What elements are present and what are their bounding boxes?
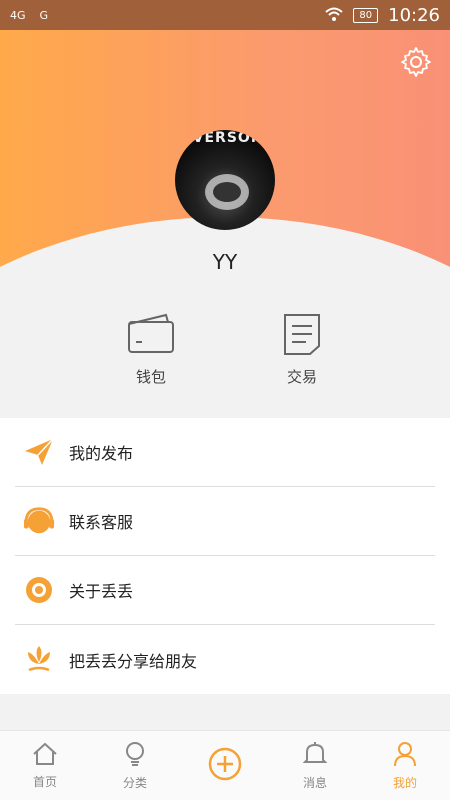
add-icon: [207, 746, 243, 785]
paper-plane-icon: [23, 436, 55, 468]
tab-add[interactable]: [180, 731, 270, 800]
trade-button[interactable]: 交易: [257, 312, 347, 387]
signal-indicators: 4G G: [10, 9, 48, 22]
tab-label-me: 我的: [392, 775, 417, 790]
user-icon: [393, 741, 417, 770]
wallet-icon: [126, 313, 176, 360]
home-icon: [32, 742, 58, 769]
tab-home[interactable]: 首页: [0, 731, 90, 800]
menu-label-customer-service: 联系客服: [69, 513, 134, 532]
tab-label-category: 分类: [122, 775, 147, 790]
signal-2: G: [39, 8, 49, 22]
trade-label: 交易: [286, 368, 317, 386]
menu-label-share: 把丢丢分享给朋友: [69, 651, 198, 671]
document-icon: [282, 314, 322, 360]
menu-item-about[interactable]: 关于丢丢: [15, 556, 435, 625]
tab-label-messages: 消息: [302, 775, 327, 790]
menu-item-my-posts[interactable]: 我的发布: [15, 418, 435, 487]
wallet-label: 钱包: [135, 368, 166, 386]
menu-label-about: 关于丢丢: [69, 582, 134, 601]
tab-label-home: 首页: [32, 774, 57, 789]
username: YY: [212, 250, 238, 274]
headphones-icon: [23, 505, 55, 537]
menu-item-share[interactable]: 把丢丢分享给朋友: [15, 625, 435, 694]
signal-1: 4G: [10, 8, 26, 22]
menu-list: 我的发布 联系客服 关于丢丢 把丢丢分享给朋友: [0, 418, 450, 694]
gear-icon[interactable]: [400, 46, 432, 78]
status-bar: 4G G 80 10:26: [0, 0, 450, 30]
clock: 10:26: [388, 4, 440, 26]
wallet-button[interactable]: 钱包: [106, 312, 196, 387]
profile-header: IVERSON YY: [0, 30, 450, 410]
menu-label-my-posts: 我的发布: [69, 444, 134, 463]
tab-messages[interactable]: 消息: [270, 731, 360, 800]
header-arc: [0, 217, 450, 410]
battery-indicator: 80: [353, 7, 379, 23]
menu-item-customer-service[interactable]: 联系客服: [15, 487, 435, 556]
avatar[interactable]: IVERSON: [175, 130, 275, 230]
bulb-icon: [124, 741, 146, 770]
tab-me[interactable]: 我的: [360, 731, 450, 800]
flower-icon: [23, 644, 55, 676]
bell-icon: [302, 741, 328, 770]
wifi-icon: [325, 5, 344, 26]
eye-icon: [23, 574, 55, 606]
tab-category[interactable]: 分类: [90, 731, 180, 800]
bottom-tab-bar: 首页 分类 消息 我的: [0, 730, 450, 800]
